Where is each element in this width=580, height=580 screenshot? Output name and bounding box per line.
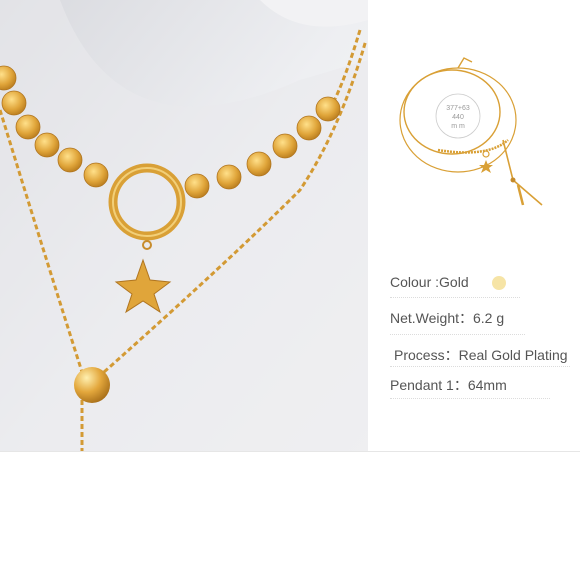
spec-weight-label: Net.Weight：	[390, 310, 473, 326]
spec-pendant: Pendant 1：64mm	[390, 375, 507, 395]
divider	[390, 398, 550, 399]
spec-weight: Net.Weight：6.2 g	[390, 308, 504, 328]
spec-process-value: Real Gold Plating	[458, 347, 568, 363]
spec-weight-value: 6.2 g	[473, 310, 505, 326]
divider	[390, 334, 525, 335]
spec-pendant-value: 64mm	[467, 377, 507, 393]
necklace-thumbnail: 377+63 440 m m	[368, 40, 580, 225]
divider	[390, 297, 520, 298]
product-info-panel: 377+63 440 m m Colour :Gold Net.Weight：6…	[368, 0, 580, 452]
dimension-label: 377+63	[446, 105, 470, 112]
spec-colour: Colour :Gold	[390, 274, 469, 290]
spec-colour-value: Gold	[439, 274, 469, 290]
divider	[390, 366, 570, 367]
spec-colour-label: Colour :	[390, 274, 440, 290]
bottom-divider	[0, 451, 580, 452]
spec-process-label: Process：	[394, 347, 459, 363]
product-photo	[0, 0, 368, 452]
colour-swatch	[492, 276, 506, 290]
spec-process: Process：Real Gold Plating	[394, 345, 568, 365]
dimension-total: 440	[452, 114, 464, 121]
dimension-unit: m m	[451, 123, 465, 130]
spec-pendant-label: Pendant 1：	[390, 377, 468, 393]
